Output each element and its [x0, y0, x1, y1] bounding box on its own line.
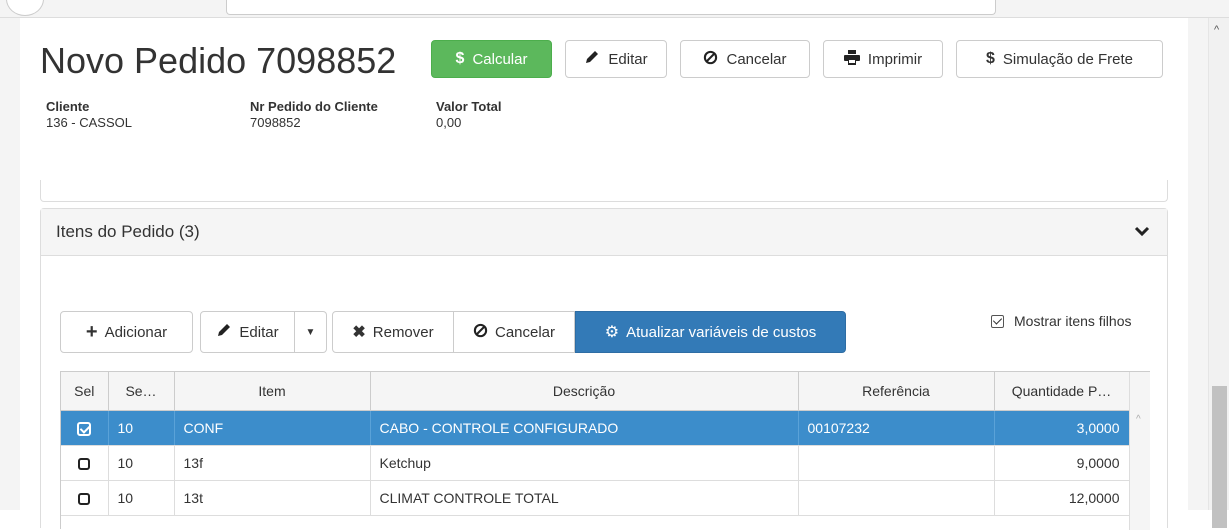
quantidade-cell: 9,0000 [994, 445, 1130, 481]
col-header-quantidade[interactable]: Quantidade P… [994, 372, 1130, 411]
browser-back-button[interactable] [6, 0, 44, 16]
order-card: Novo Pedido 7098852 $ Calcular Editar Ca… [20, 18, 1188, 530]
cliente-label: Cliente [46, 99, 90, 114]
scroll-up-icon[interactable]: ^ [1136, 414, 1141, 425]
items-toolbar-actions-group: ✖ Remover Cancelar ⚙ Atualizar variáveis… [332, 311, 846, 353]
referencia-cell [798, 445, 995, 481]
cancelar-item-button[interactable]: Cancelar [454, 311, 575, 353]
collapsed-panel [40, 180, 1168, 202]
remover-label: Remover [372, 323, 434, 341]
items-grid: Sel Se… Item Descrição Referência Quanti… [60, 371, 1150, 530]
page-left-gutter [0, 18, 20, 510]
items-toolbar-edit-group: Editar ▼ [200, 311, 327, 353]
items-toolbar-add-group: + Adicionar [60, 311, 193, 353]
simulacao-frete-button[interactable]: $ Simulação de Frete [956, 40, 1163, 78]
calcular-label: Calcular [472, 50, 528, 68]
editar-label: Editar [608, 50, 648, 68]
dollar-icon: $ [986, 50, 995, 67]
valor-total-value: 0,00 [436, 115, 462, 130]
seq-cell: 10 [108, 445, 175, 481]
ban-icon [703, 50, 718, 69]
col-header-seq[interactable]: Se… [108, 372, 175, 411]
page-title: Novo Pedido 7098852 [40, 40, 397, 81]
printer-icon [843, 49, 860, 69]
browser-top-bar [0, 0, 1229, 18]
adicionar-button[interactable]: + Adicionar [60, 311, 193, 353]
editar-item-label: Editar [239, 323, 279, 341]
valor-total-label: Valor Total [436, 99, 502, 114]
valor-total-field: Valor Total 0,00 [436, 99, 502, 130]
cliente-field: Cliente 136 - CASSOL [46, 99, 132, 130]
gear-icon: ⚙ [604, 324, 620, 341]
checkbox-empty-icon[interactable] [78, 457, 91, 470]
times-icon: ✖ [352, 324, 366, 341]
address-bar[interactable] [226, 0, 996, 15]
editar-button[interactable]: Editar [565, 40, 667, 78]
item-cell: CONF [174, 410, 371, 446]
cancelar-item-label: Cancelar [494, 323, 556, 341]
checkbox-checked-icon[interactable] [991, 314, 1004, 328]
row-select-cell[interactable] [61, 410, 109, 446]
quantidade-cell: 3,0000 [994, 410, 1130, 446]
nr-pedido-field: Nr Pedido do Cliente 7098852 [250, 99, 378, 130]
col-header-sel[interactable]: Sel [61, 372, 109, 411]
atualizar-custos-label: Atualizar variáveis de custos [626, 323, 817, 341]
col-header-referencia[interactable]: Referência [798, 372, 995, 411]
dollar-icon: $ [455, 50, 465, 67]
cliente-value: 136 - CASSOL [46, 115, 132, 130]
imprimir-label: Imprimir [867, 50, 923, 68]
itens-panel-title: Itens do Pedido (3) [56, 222, 200, 241]
simulacao-label: Simulação de Frete [1002, 50, 1133, 68]
pencil-icon [216, 322, 232, 342]
editar-dropdown-toggle[interactable]: ▼ [295, 311, 327, 353]
imprimir-button[interactable]: Imprimir [823, 40, 943, 78]
table-header-row: Sel Se… Item Descrição Referência Quanti… [61, 372, 1130, 411]
checkbox-checked-icon[interactable] [77, 421, 92, 436]
itens-panel-header[interactable]: Itens do Pedido (3) [41, 209, 1167, 256]
remover-button[interactable]: ✖ Remover [332, 311, 454, 353]
caret-down-icon: ▼ [305, 326, 316, 338]
row-select-cell[interactable] [61, 445, 109, 481]
mostrar-itens-filhos-checkbox[interactable]: Mostrar itens filhos [991, 313, 1131, 329]
scroll-up-icon[interactable]: ^ [1214, 24, 1219, 36]
descricao-cell: Ketchup [370, 445, 799, 481]
plus-icon: + [85, 320, 98, 343]
descricao-cell: CABO - CONTROLE CONFIGURADO [370, 410, 799, 446]
chevron-down-icon[interactable] [1134, 221, 1150, 242]
calcular-button[interactable]: $ Calcular [431, 40, 552, 78]
adicionar-label: Adicionar [104, 323, 168, 341]
table-row[interactable]: 10 13f Ketchup 9,0000 [61, 445, 1130, 481]
editar-item-button[interactable]: Editar [200, 311, 295, 353]
nr-pedido-label: Nr Pedido do Cliente [250, 99, 378, 114]
col-header-item[interactable]: Item [174, 372, 371, 411]
nr-pedido-value: 7098852 [250, 115, 301, 130]
referencia-cell: 00107232 [798, 410, 995, 446]
ban-icon [473, 323, 488, 342]
seq-cell: 10 [108, 410, 175, 446]
pencil-icon [584, 49, 600, 69]
checkbox-empty-icon[interactable] [78, 492, 91, 505]
itens-pedido-panel: Itens do Pedido (3) + Adicionar Editar ▼ [40, 208, 1168, 530]
mostrar-itens-filhos-label: Mostrar itens filhos [1014, 313, 1132, 329]
col-header-descricao[interactable]: Descrição [370, 372, 799, 411]
atualizar-custos-button[interactable]: ⚙ Atualizar variáveis de custos [575, 311, 846, 353]
scrollbar-thumb[interactable] [1212, 386, 1227, 528]
cancelar-label: Cancelar [726, 50, 787, 68]
items-table: Sel Se… Item Descrição Referência Quanti… [61, 372, 1130, 516]
grid-scrollbar[interactable]: ^ [1129, 372, 1150, 530]
cancelar-button[interactable]: Cancelar [680, 40, 810, 78]
page-scrollbar[interactable]: ^ [1208, 18, 1229, 528]
table-row[interactable]: 10 CONF CABO - CONTROLE CONFIGURADO 0010… [61, 410, 1130, 446]
item-cell: 13f [174, 445, 371, 481]
page-right-gutter [1188, 18, 1208, 510]
